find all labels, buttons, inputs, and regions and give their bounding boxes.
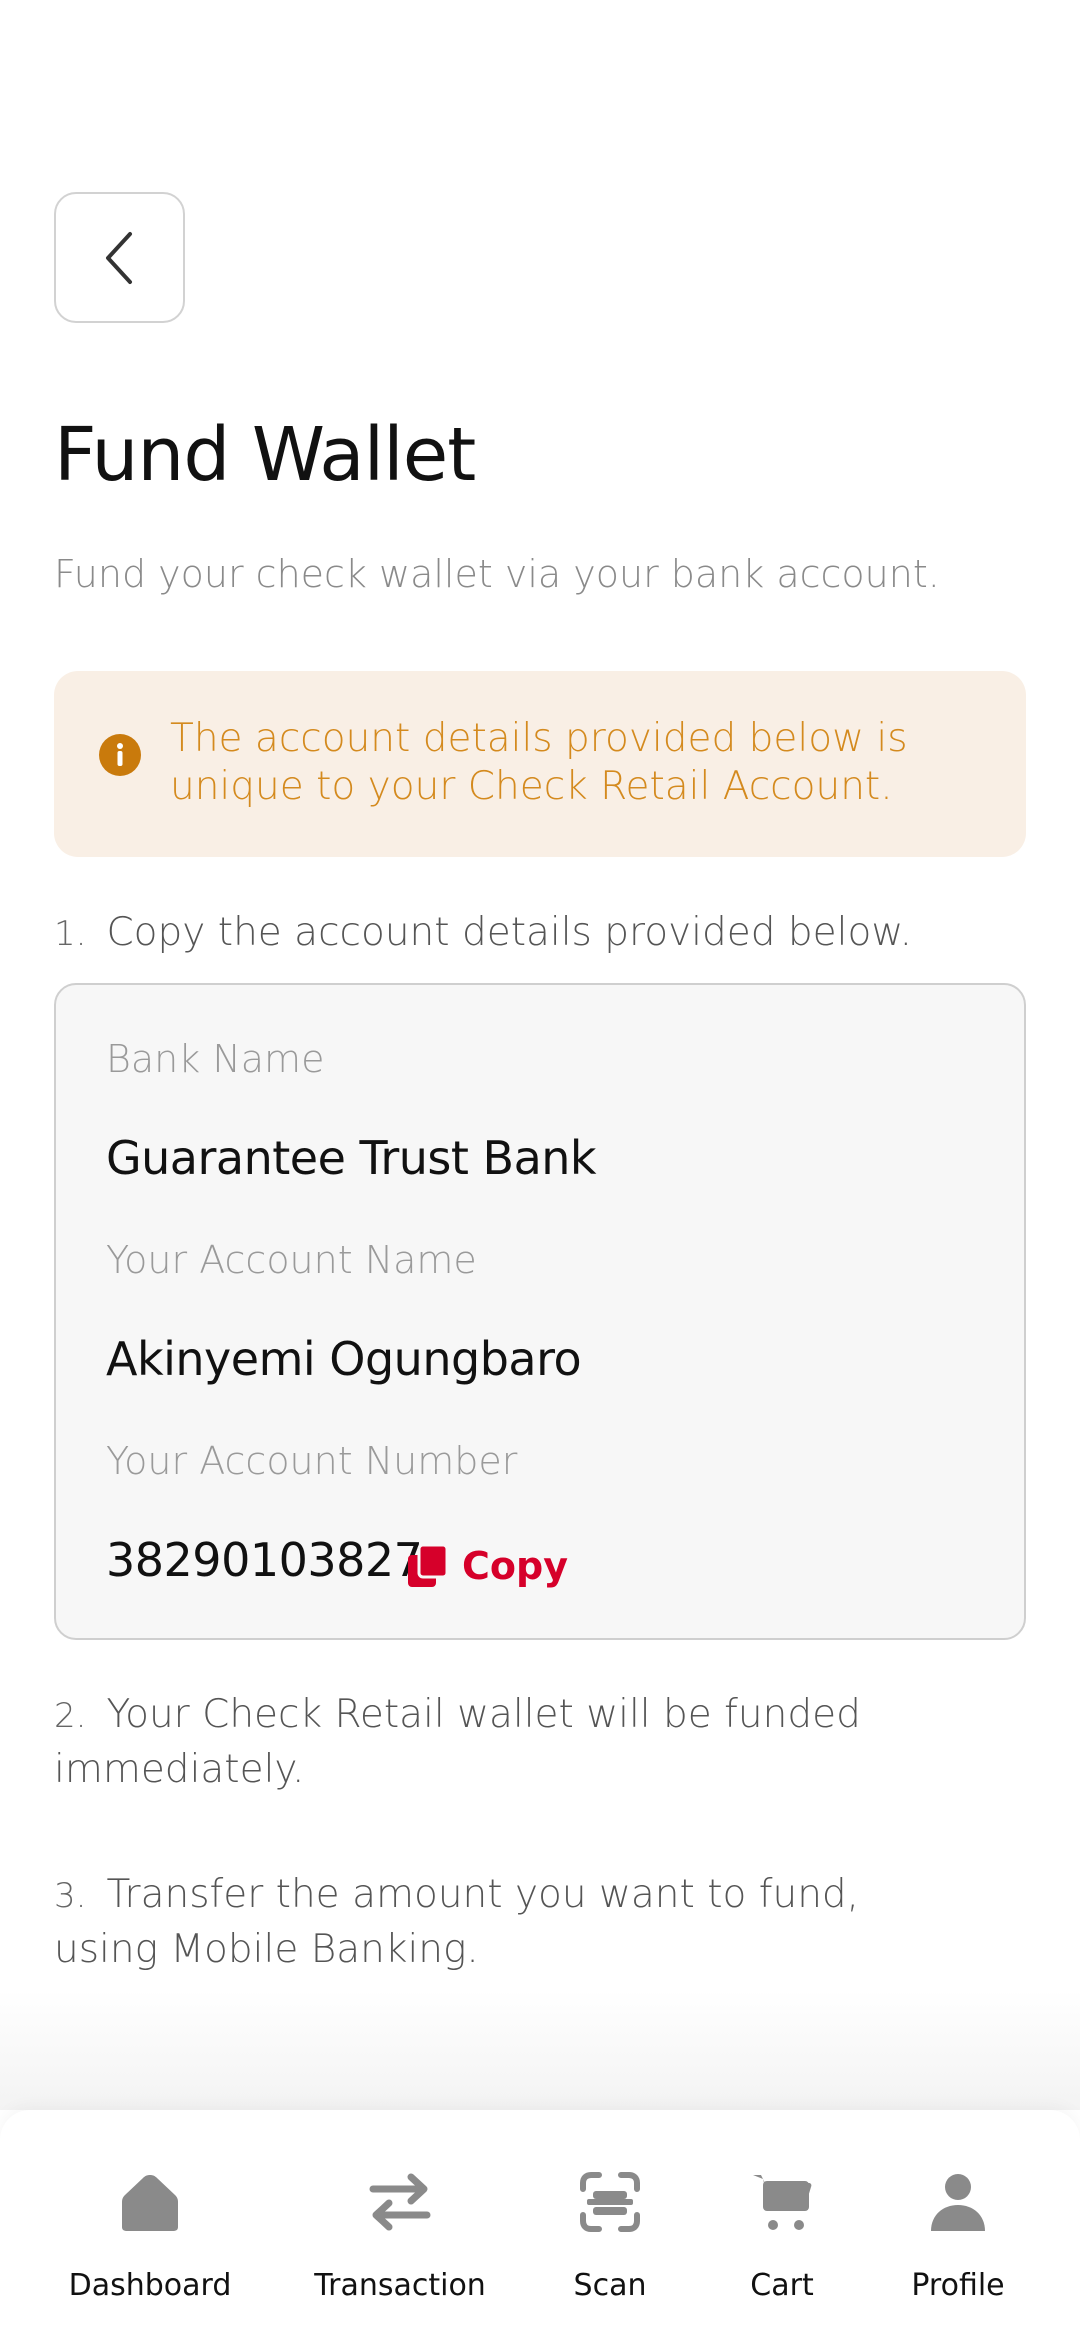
fund-wallet-screen: Fund Wallet Fund your check wallet via y… [0,0,1080,2337]
page-title: Fund Wallet [54,412,476,498]
step-text: Copy the account details provided below. [106,910,913,955]
step-1: 1. Copy the account details provided belo… [54,906,912,961]
nav-label-scan: Scan [573,2268,647,2303]
step-number: 3. [54,1876,87,1916]
nav-item-profile[interactable]: Profile [888,2110,1028,2337]
account-number-label: Your Account Number [106,1439,518,1483]
nav-item-transaction[interactable]: Transaction [310,2110,490,2337]
nav-label-cart: Cart [750,2268,814,2303]
nav-label-profile: Profile [911,2268,1005,2303]
bottom-navigation: Dashboard Transaction Scan Cart Profile [0,2110,1080,2337]
step-2: 2. Your Check Retail wallet will be funde… [54,1688,914,1797]
copy-label: Copy [462,1544,568,1588]
nav-label-dashboard: Dashboard [68,2268,232,2303]
account-number-value: 38290103827 [106,1533,423,1587]
back-button[interactable] [54,192,185,323]
step-number: 2. [54,1696,87,1736]
copy-button[interactable]: Copy [406,1540,568,1592]
step-text: Your Check Retail wallet will be funded … [54,1692,861,1792]
bottom-fade [0,1990,1080,2110]
step-text: Transfer the amount you want to fund, us… [54,1872,860,1972]
home-icon [110,2162,190,2242]
page-subtitle: Fund your check wallet via your bank acc… [54,552,940,596]
bank-name-value: Guarantee Trust Bank [106,1131,597,1185]
nav-label-transaction: Transaction [314,2268,486,2303]
step-number: 1. [54,914,87,954]
info-notice: The account details provided below is un… [54,671,1026,857]
account-name-value: Akinyemi Ogungbaro [106,1332,582,1386]
bank-name-label: Bank Name [106,1037,325,1081]
nav-item-dashboard[interactable]: Dashboard [60,2110,240,2337]
info-icon [99,734,141,776]
step-3: 3. Transfer the amount you want to fund, … [54,1868,974,1977]
nav-item-scan[interactable]: Scan [540,2110,680,2337]
notice-text: The account details provided below is un… [170,716,908,809]
chevron-left-icon [105,231,132,284]
copy-icon [408,1543,449,1587]
account-name-label: Your Account Name [106,1238,477,1282]
profile-icon [918,2162,998,2242]
scan-icon [570,2162,650,2242]
cart-icon [742,2162,822,2242]
nav-item-cart[interactable]: Cart [712,2110,852,2337]
transfer-icon [360,2162,440,2242]
account-details-card: Bank Name Guarantee Trust Bank Your Acco… [54,983,1026,1640]
